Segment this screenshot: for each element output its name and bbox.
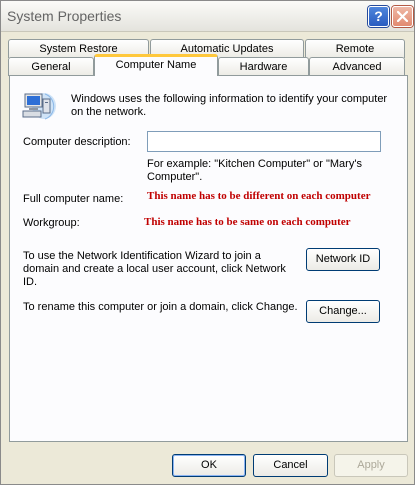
apply-button[interactable]: Apply bbox=[334, 454, 408, 477]
change-text: To rename this computer or join a domain… bbox=[23, 301, 298, 313]
system-properties-window: System Properties ? System Restore Autom… bbox=[0, 0, 415, 485]
full-name-label: Full computer name: bbox=[23, 193, 124, 205]
change-button[interactable]: Change... bbox=[306, 300, 380, 323]
tab-computer-name[interactable]: Computer Name bbox=[94, 54, 218, 76]
computer-network-icon bbox=[21, 87, 57, 126]
tab-label: Remote bbox=[335, 43, 375, 55]
tab-label: Advanced bbox=[332, 61, 382, 73]
close-icon bbox=[397, 11, 408, 22]
computer-name-panel: Windows uses the following information t… bbox=[9, 75, 408, 442]
description-label: Computer description: bbox=[23, 136, 131, 148]
computer-description-input[interactable] bbox=[147, 131, 381, 152]
tab-label: General bbox=[31, 61, 71, 73]
ok-button[interactable]: OK bbox=[172, 454, 246, 477]
workgroup-label: Workgroup: bbox=[23, 217, 80, 229]
tab-hardware[interactable]: Hardware bbox=[218, 57, 309, 76]
network-id-text: To use the Network Identification Wizard… bbox=[23, 250, 286, 288]
help-icon: ? bbox=[374, 8, 383, 24]
cancel-button[interactable]: Cancel bbox=[253, 454, 328, 477]
tab-advanced[interactable]: Advanced bbox=[309, 57, 405, 76]
tab-general[interactable]: General bbox=[8, 57, 94, 76]
tab-remote[interactable]: Remote bbox=[305, 39, 405, 58]
network-id-button[interactable]: Network ID bbox=[306, 248, 380, 271]
full-name-note: This name has to be different on each co… bbox=[147, 190, 371, 202]
intro-text: Windows uses the following information t… bbox=[71, 93, 388, 118]
workgroup-note: This name has to be same on each compute… bbox=[144, 216, 351, 228]
example-text: For example: "Kitchen Computer" or "Mary… bbox=[147, 158, 362, 183]
title-bar[interactable]: System Properties ? bbox=[1, 1, 414, 32]
tab-label: Computer Name bbox=[115, 59, 197, 71]
close-button[interactable] bbox=[392, 6, 413, 27]
tab-label: Hardware bbox=[239, 61, 288, 73]
help-button[interactable]: ? bbox=[368, 6, 389, 27]
window-title: System Properties bbox=[7, 8, 122, 24]
